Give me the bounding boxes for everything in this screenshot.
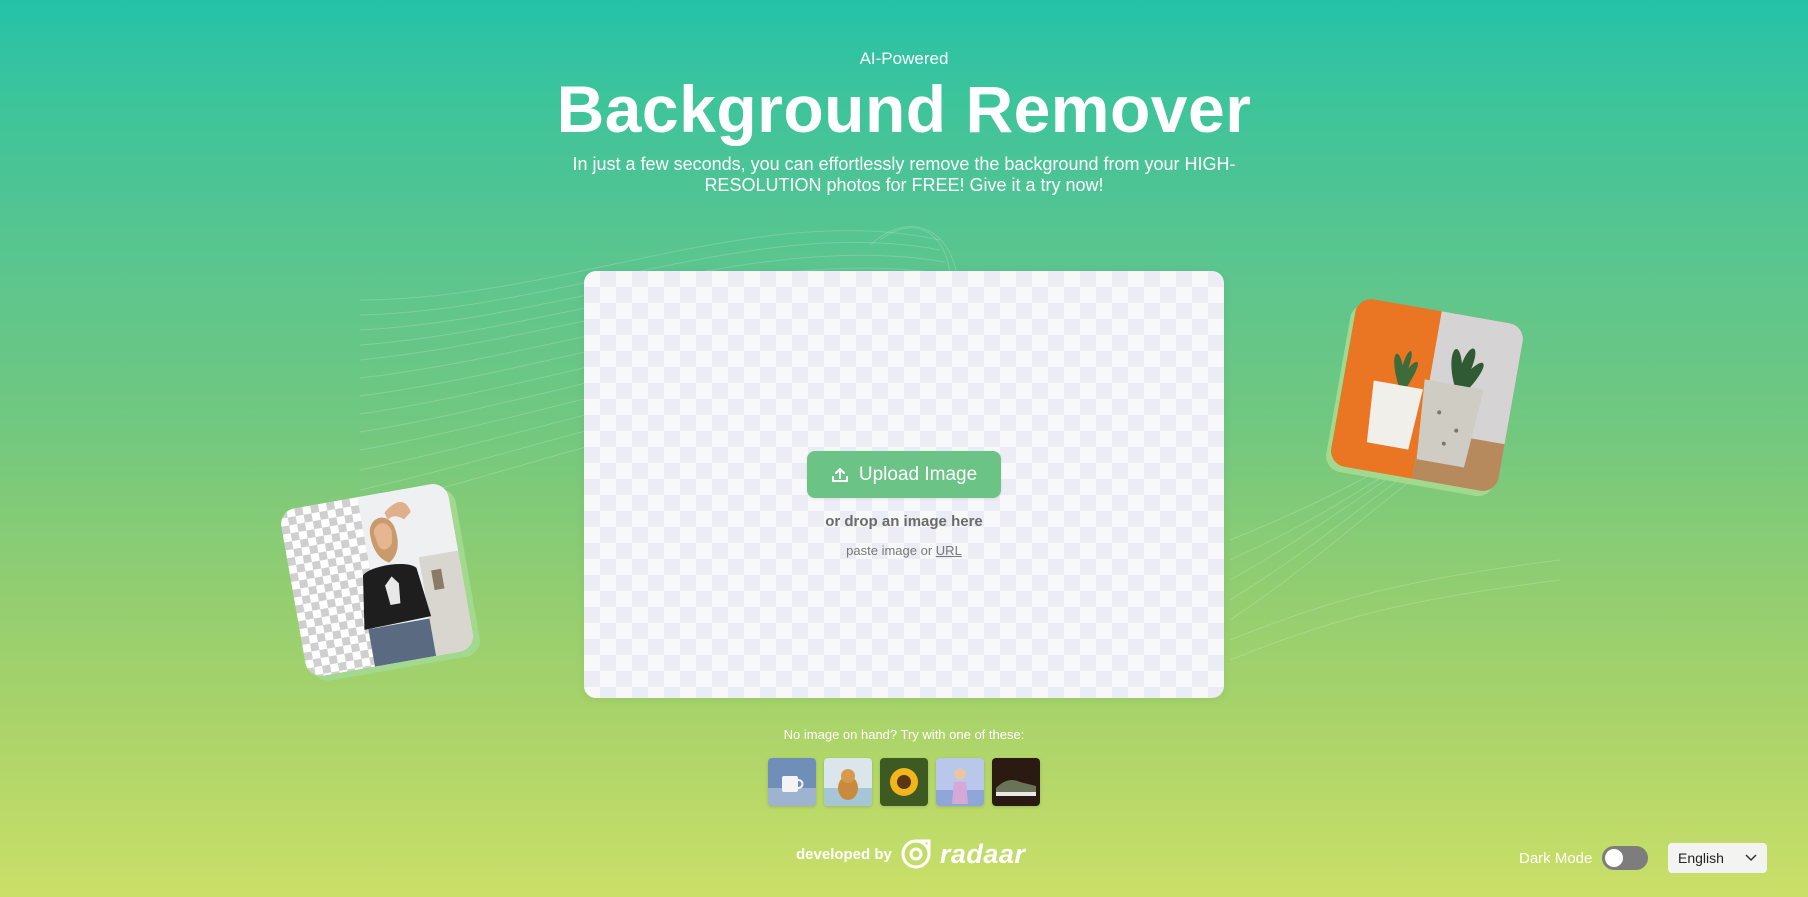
samples-label: No image on hand? Try with one of these: <box>783 727 1025 742</box>
credit-label: developed by <box>796 845 892 863</box>
sample-dog[interactable] <box>824 758 872 806</box>
language-select[interactable]: English <box>1668 843 1767 873</box>
sample-images <box>768 758 1040 806</box>
paste-prefix: paste image or <box>846 543 933 558</box>
language-selected: English <box>1678 850 1724 866</box>
upload-icon <box>831 467 848 482</box>
drop-hint: or drop an image here <box>825 513 983 530</box>
woman-thumbnail <box>936 758 984 806</box>
upload-dropzone[interactable]: Upload Image or drop an image here paste… <box>584 271 1224 698</box>
upload-image-button[interactable]: Upload Image <box>807 451 1001 498</box>
sneaker-thumbnail <box>992 758 1040 806</box>
page-title: Background Remover <box>556 72 1252 146</box>
sample-mug[interactable] <box>768 758 816 806</box>
chevron-down-icon <box>1745 854 1757 862</box>
sunflower-thumbnail <box>880 758 928 806</box>
sample-woman[interactable] <box>936 758 984 806</box>
upload-button-label: Upload Image <box>858 463 978 485</box>
sample-sunflower[interactable] <box>880 758 928 806</box>
radaar-logo-icon <box>901 839 931 869</box>
url-link[interactable]: URL <box>936 543 962 558</box>
toggle-knob <box>1605 849 1624 867</box>
demo-image-woman <box>278 481 476 679</box>
dark-mode-label: Dark Mode <box>1519 849 1593 867</box>
sample-sneaker[interactable] <box>992 758 1040 806</box>
paste-hint: paste image or URL <box>584 543 1224 558</box>
dark-mode-control: Dark Mode <box>1519 846 1649 870</box>
demo-woman-illustration <box>278 481 476 679</box>
dog-thumbnail <box>824 758 872 806</box>
mug-thumbnail <box>768 758 816 806</box>
dark-mode-toggle[interactable] <box>1602 846 1649 870</box>
demo-image-plants <box>1328 296 1526 494</box>
demo-plants-illustration <box>1328 296 1526 494</box>
brand-name[interactable]: radaar <box>940 839 1026 870</box>
page-subtitle: In just a few seconds, you can effortles… <box>572 154 1236 195</box>
eyebrow-text: AI-Powered <box>859 49 949 68</box>
developer-credit: developed by radaar <box>796 836 1025 872</box>
